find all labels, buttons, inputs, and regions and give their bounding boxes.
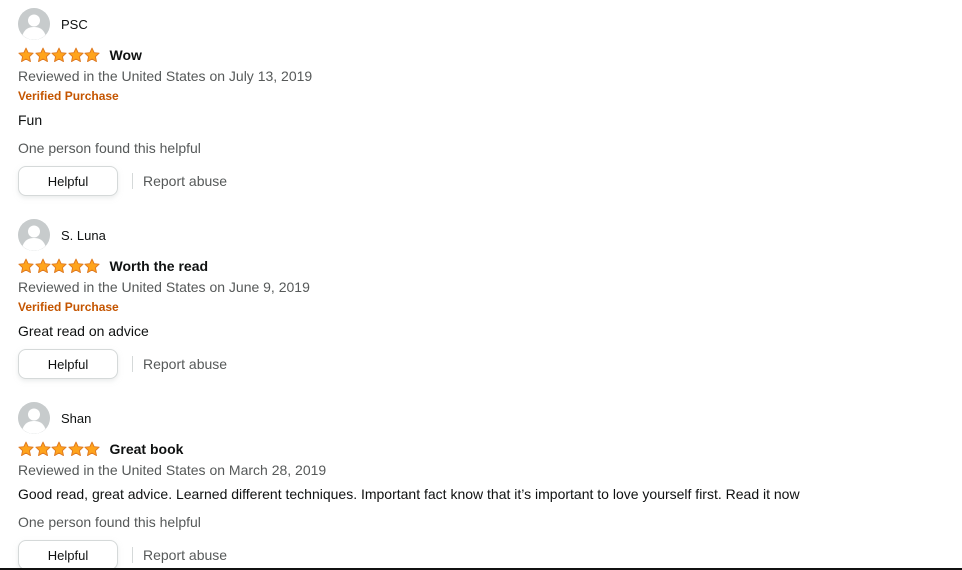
- helpful-button[interactable]: Helpful: [18, 540, 118, 570]
- helpful-count: One person found this helpful: [18, 514, 201, 530]
- report-abuse-link[interactable]: Report abuse: [143, 547, 227, 563]
- title-row: Worth the read: [18, 256, 948, 276]
- helpful-button[interactable]: Helpful: [18, 349, 118, 379]
- review-date: Reviewed in the United States on July 13…: [18, 68, 313, 84]
- star-icon: [18, 441, 34, 456]
- verified-purchase-badge[interactable]: Verified Purchase: [18, 88, 948, 105]
- star-icon: [84, 258, 100, 273]
- report-abuse-link[interactable]: Report abuse: [143, 356, 227, 372]
- star-icon: [34, 441, 51, 456]
- avatar-icon[interactable]: [18, 8, 50, 40]
- star-icon: [84, 441, 100, 456]
- review-actions: Helpful Report abuse: [18, 166, 948, 196]
- author-name[interactable]: S. Luna: [61, 228, 106, 243]
- review-body: Fun: [18, 112, 43, 128]
- star-icon: [34, 258, 51, 273]
- star-icon: [67, 258, 84, 273]
- author-row: PSC: [18, 8, 948, 40]
- review-date: Reviewed in the United States on March 2…: [18, 462, 327, 478]
- star-icon: [51, 258, 67, 273]
- review: S. Luna Worth the read Reviewed in the U…: [18, 219, 948, 379]
- star-rating[interactable]: [18, 46, 101, 64]
- review-actions: Helpful Report abuse: [18, 540, 948, 570]
- author-row: Shan: [18, 402, 948, 434]
- review-actions: Helpful Report abuse: [18, 349, 948, 379]
- review-body: Great read on advice: [18, 323, 149, 339]
- title-row: Wow: [18, 45, 948, 65]
- star-icon: [18, 47, 34, 62]
- review-title[interactable]: Wow: [110, 47, 142, 63]
- star-rating[interactable]: [18, 257, 101, 275]
- star-icon: [84, 47, 100, 62]
- star-icon: [51, 47, 67, 62]
- report-abuse-link[interactable]: Report abuse: [143, 173, 227, 189]
- avatar-icon[interactable]: [18, 219, 50, 251]
- helpful-button[interactable]: Helpful: [18, 166, 118, 196]
- divider: [132, 356, 133, 372]
- review-title[interactable]: Great book: [110, 441, 184, 457]
- star-icon: [67, 47, 84, 62]
- helpful-count: One person found this helpful: [18, 140, 201, 156]
- author-name[interactable]: PSC: [61, 17, 88, 32]
- star-rating[interactable]: [18, 440, 101, 458]
- avatar-icon[interactable]: [18, 402, 50, 434]
- review: Shan Great book Reviewed in the United S…: [18, 402, 948, 570]
- title-row: Great book: [18, 439, 948, 459]
- review-date: Reviewed in the United States on June 9,…: [18, 279, 310, 295]
- divider: [132, 547, 133, 563]
- star-icon: [18, 258, 34, 273]
- author-row: S. Luna: [18, 219, 948, 251]
- review-body: Good read, great advice. Learned differe…: [18, 486, 800, 502]
- review-title[interactable]: Worth the read: [110, 258, 209, 274]
- star-icon: [67, 441, 84, 456]
- star-icon: [51, 441, 67, 456]
- divider: [132, 173, 133, 189]
- review: PSC Wow Reviewed in the United States on…: [18, 8, 948, 196]
- author-name[interactable]: Shan: [61, 411, 91, 426]
- star-icon: [34, 47, 51, 62]
- verified-purchase-badge[interactable]: Verified Purchase: [18, 299, 948, 316]
